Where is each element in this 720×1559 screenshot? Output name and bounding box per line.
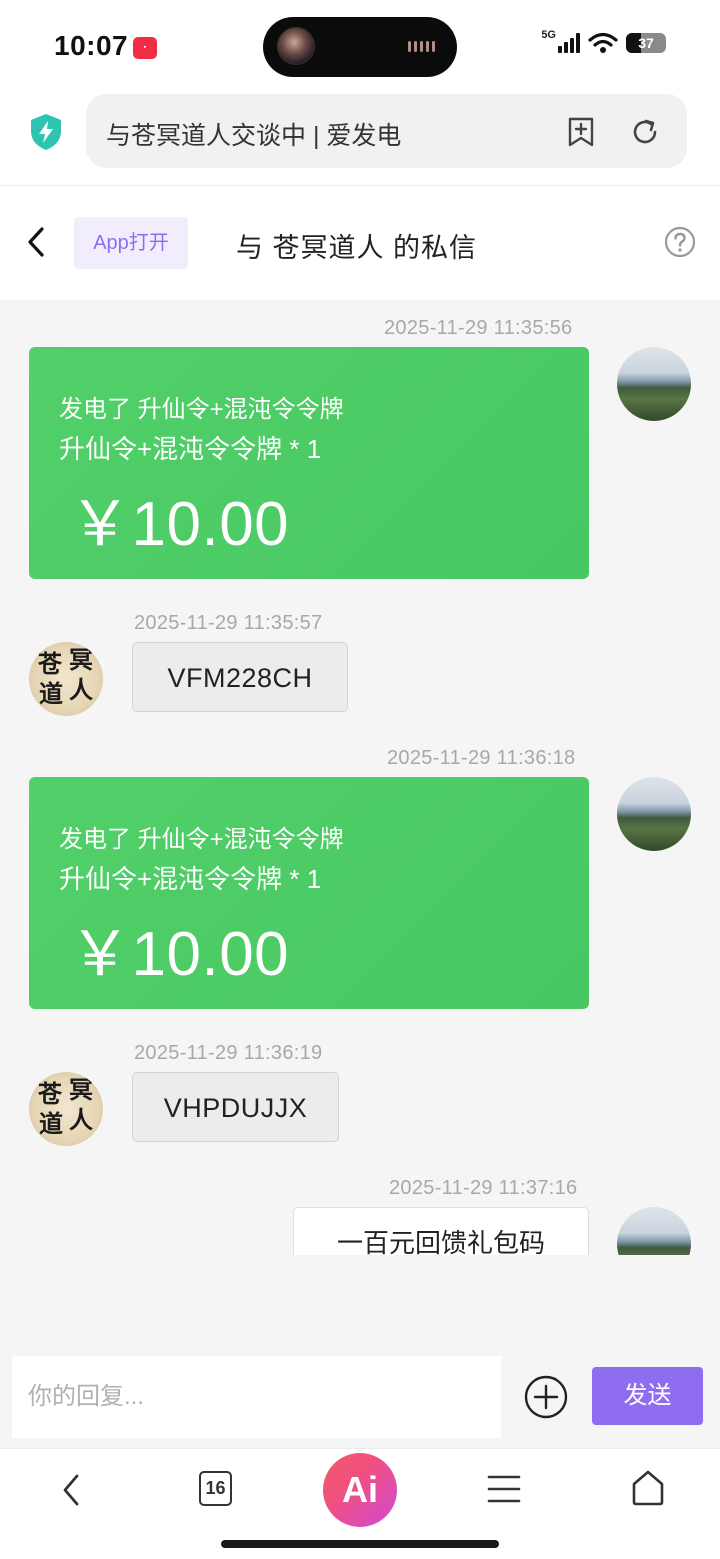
wifi-icon <box>588 32 618 53</box>
payment-item: 升仙令+混沌令令牌 * 1 <box>59 434 322 464</box>
status-bar: 10:07 ▪ 5G 37 <box>0 0 720 90</box>
my-avatar[interactable] <box>617 1207 691 1255</box>
message-timestamp: 2025-11-29 11:35:57 <box>134 612 323 634</box>
message-bubble[interactable]: 一百元回馈礼包码 <box>293 1207 589 1255</box>
page-header: App打开 与 苍冥道人 的私信 <box>0 186 720 300</box>
avatar-calligraphy: 苍 <box>38 1079 62 1108</box>
sender-avatar[interactable]: 苍 冥 道 人 <box>29 1072 103 1146</box>
open-in-app-button[interactable]: App打开 <box>74 217 188 269</box>
message-timestamp: 2025-11-29 11:37:16 <box>389 1177 578 1199</box>
shield-icon[interactable] <box>28 112 64 152</box>
status-time: 10:07 <box>54 30 129 61</box>
reload-icon[interactable] <box>629 116 661 148</box>
home-icon[interactable] <box>630 1469 666 1507</box>
audio-wave-icon <box>408 41 435 52</box>
ai-assistant-button[interactable]: Ai <box>323 1453 397 1527</box>
battery-level: 37 <box>638 35 654 51</box>
signal-icon <box>558 33 580 53</box>
home-indicator <box>221 1540 499 1548</box>
reply-input[interactable] <box>12 1356 501 1438</box>
message-bubble[interactable]: VFM228CH <box>132 642 348 712</box>
message-list[interactable]: 2025-11-29 11:35:56 发电了 升仙令+混沌令令牌 升仙令+混沌… <box>0 300 720 1346</box>
avatar-calligraphy: 人 <box>69 1105 93 1134</box>
address-bar[interactable]: 与苍冥道人交谈中 | 爱发电 <box>86 94 687 168</box>
send-button[interactable]: 发送 <box>592 1367 703 1425</box>
reply-bar: 发送 <box>0 1346 720 1448</box>
back-icon[interactable] <box>22 224 52 260</box>
avatar-calligraphy: 冥 <box>69 645 93 674</box>
message-timestamp: 2025-11-29 11:36:19 <box>134 1042 323 1064</box>
payment-item: 升仙令+混沌令令牌 * 1 <box>59 864 322 894</box>
avatar-calligraphy: 苍 <box>38 649 62 678</box>
avatar-calligraphy: 道 <box>39 679 63 708</box>
payment-amount: ￥10.00 <box>69 920 290 989</box>
dynamic-island[interactable] <box>263 17 457 77</box>
battery-icon: 37 <box>626 33 666 53</box>
payment-amount: ￥10.00 <box>69 490 290 559</box>
browser-toolbar: 与苍冥道人交谈中 | 爱发电 <box>0 90 720 186</box>
message-bubble[interactable]: VHPDUJJX <box>132 1072 339 1142</box>
message-timestamp: 2025-11-29 11:36:18 <box>387 747 576 769</box>
notification-app-icon: ▪ <box>133 37 157 59</box>
tabs-count-button[interactable]: 16 <box>199 1471 232 1506</box>
status-indicators: 5G 37 <box>541 29 666 54</box>
avatar-calligraphy: 道 <box>39 1109 63 1138</box>
avatar-calligraphy: 人 <box>69 675 93 704</box>
network-type: 5G <box>541 29 556 41</box>
my-avatar[interactable] <box>617 347 691 421</box>
add-attachment-icon[interactable] <box>523 1374 569 1420</box>
payment-card[interactable]: 发电了 升仙令+混沌令令牌 升仙令+混沌令令牌 * 1 ￥10.00 <box>29 347 589 579</box>
message-timestamp: 2025-11-29 11:35:56 <box>384 317 573 339</box>
my-avatar[interactable] <box>617 777 691 851</box>
payment-title: 发电了 升仙令+混沌令令牌 <box>59 826 344 853</box>
payment-card[interactable]: 发电了 升仙令+混沌令令牌 升仙令+混沌令令牌 * 1 ￥10.00 <box>29 777 589 1009</box>
browser-back-icon[interactable] <box>56 1471 86 1509</box>
page-title: 与 苍冥道人 的私信 <box>236 233 478 263</box>
menu-icon[interactable] <box>487 1473 521 1505</box>
message-clip: 一百元回馈礼包码 <box>0 1207 720 1255</box>
help-icon[interactable] <box>664 226 696 258</box>
payment-title: 发电了 升仙令+混沌令令牌 <box>59 396 344 423</box>
sender-avatar[interactable]: 苍 冥 道 人 <box>29 642 103 716</box>
add-bookmark-icon[interactable] <box>566 116 596 148</box>
address-bar-title: 与苍冥道人交谈中 | 爱发电 <box>106 122 402 150</box>
now-playing-avatar <box>277 27 315 65</box>
avatar-calligraphy: 冥 <box>69 1075 93 1104</box>
